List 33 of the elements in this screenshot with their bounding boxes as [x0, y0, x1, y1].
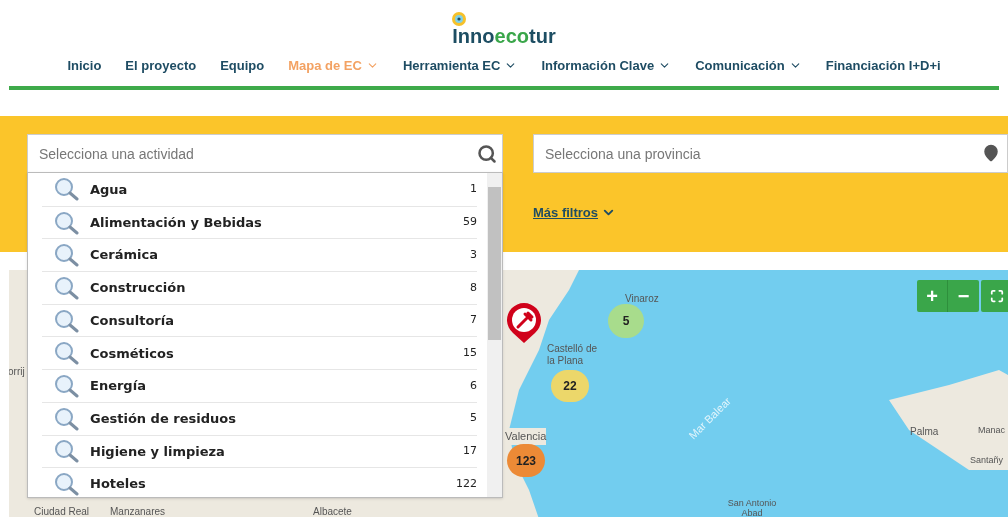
site-logo[interactable]: Innoecotur [452, 26, 556, 46]
activity-option[interactable]: Consultoría 7 [42, 303, 477, 337]
activity-option[interactable]: Alimentación y Bebidas 59 [42, 205, 477, 239]
marker-cluster[interactable]: 5 [608, 304, 644, 338]
map-place-label: Santañy [970, 454, 1004, 467]
activity-option[interactable]: Higiene y limpieza 17 [42, 434, 477, 468]
nav-link[interactable]: Inicio [67, 56, 102, 76]
map-place-label: Ciudad Real [34, 506, 90, 517]
activity-option[interactable]: Energía 6 [42, 369, 477, 402]
map-place-label: San Antonio Abad [726, 498, 778, 517]
map-place-label: Manzanares [110, 506, 166, 517]
activity-option[interactable]: Gestión de residuos 5 [42, 401, 477, 435]
activity-option[interactable]: Cosméticos 15 [42, 336, 477, 370]
map-place-label: Palma [910, 425, 939, 439]
nav-link[interactable]: Financiación I+D+i [825, 56, 941, 76]
map-place-label: orrij [9, 365, 25, 379]
map-place-label: Castelló de la Plana [547, 343, 599, 367]
marker-cluster[interactable]: 22 [551, 370, 589, 402]
nav-link[interactable]: El proyecto [125, 56, 197, 76]
more-filters-link[interactable]: Más filtros [533, 203, 616, 223]
nav-link[interactable]: Información Clave [541, 56, 672, 76]
activity-option[interactable]: Agua 1 [42, 173, 477, 206]
activity-option[interactable]: Hoteles 122 [42, 467, 477, 500]
map-place-label: Manac [978, 424, 1005, 437]
activity-option[interactable]: Cerámica 3 [42, 238, 477, 272]
nav-link[interactable]: Herramienta EC [402, 56, 518, 76]
province-search-field[interactable]: Selecciona una provincia [533, 134, 1008, 173]
activity-option[interactable]: Construcción 8 [42, 271, 477, 304]
activity-search-field[interactable]: Selecciona una actividad [27, 134, 503, 173]
nav-link[interactable]: Comunicación [695, 56, 802, 76]
map-place-label: Albacete [313, 506, 352, 517]
map-place-label: Vinaroz [625, 292, 659, 306]
nav-link[interactable]: Equipo [220, 56, 265, 76]
